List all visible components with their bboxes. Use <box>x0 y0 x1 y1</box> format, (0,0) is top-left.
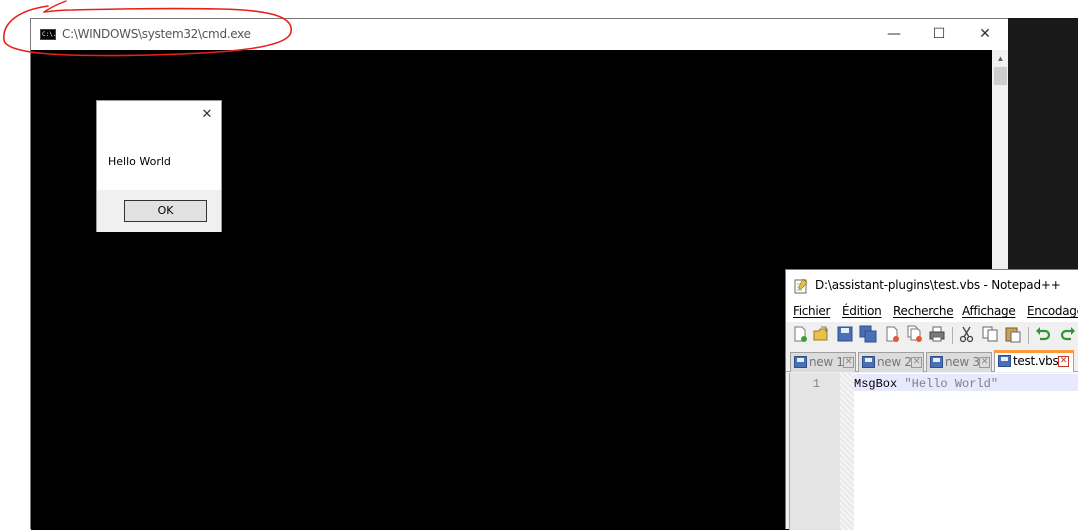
console-icon: C:\. <box>40 29 57 40</box>
message-box: ✕ Hello World OK <box>96 100 222 232</box>
close-icon[interactable]: ✕ <box>198 107 216 125</box>
copy-icon[interactable] <box>981 325 999 343</box>
window-title: C:\WINDOWS\system32\cmd.exe <box>62 27 251 41</box>
menu-recherche[interactable]: Recherche <box>893 304 954 318</box>
window-title: D:\assistant-plugins\test.vbs - Notepad+… <box>815 278 1061 292</box>
menu-bar: Fichier Édition Recherche Affichage Enco… <box>786 300 1078 322</box>
toolbar-separator <box>1028 327 1029 344</box>
tab-label: test.vbs <box>1013 354 1059 368</box>
paste-icon[interactable] <box>1004 325 1022 343</box>
new-file-icon[interactable] <box>791 325 809 343</box>
tab-close-icon[interactable]: ✕ <box>911 357 922 368</box>
toolbar-separator <box>952 327 953 344</box>
tab-new-3[interactable]: new 3 ✕ <box>926 352 992 372</box>
message-text: Hello World <box>108 155 171 168</box>
menu-edition[interactable]: Édition <box>842 304 882 318</box>
print-icon[interactable] <box>928 325 946 343</box>
save-icon[interactable] <box>836 325 854 343</box>
code-line[interactable]: MsgBox "Hello World" <box>854 377 998 391</box>
tab-label: new 3 <box>945 355 980 369</box>
menu-fichier[interactable]: Fichier <box>793 304 830 318</box>
save-icon <box>794 356 807 368</box>
code-keyword: MsgBox <box>854 377 905 391</box>
message-box-footer: OK <box>97 190 221 232</box>
code-string: "Hello World" <box>904 377 999 391</box>
open-file-icon[interactable] <box>812 325 830 343</box>
undo-icon[interactable] <box>1034 325 1052 343</box>
save-icon <box>930 356 943 368</box>
tab-close-icon[interactable]: ✕ <box>843 357 854 368</box>
close-icon[interactable] <box>883 325 901 343</box>
notepadpp-window: D:\assistant-plugins\test.vbs - Notepad+… <box>785 269 1078 530</box>
tab-test-vbs[interactable]: test.vbs ✕ <box>994 350 1074 372</box>
menu-encodage[interactable]: Encodage <box>1027 304 1078 318</box>
tab-label: new 2 <box>877 355 912 369</box>
cmd-titlebar[interactable]: C:\. C:\WINDOWS\system32\cmd.exe — ☐ ✕ <box>31 19 1007 50</box>
cut-icon[interactable] <box>958 325 976 343</box>
save-all-icon[interactable] <box>859 325 877 343</box>
toolbar <box>786 322 1078 348</box>
tab-close-icon[interactable]: ✕ <box>979 357 990 368</box>
scrollbar-thumb[interactable] <box>994 67 1007 85</box>
notepadpp-app-icon <box>794 278 808 294</box>
tab-label: new 1 <box>809 355 844 369</box>
minimize-button[interactable]: — <box>871 19 917 50</box>
save-icon <box>998 355 1011 367</box>
tab-new-2[interactable]: new 2 ✕ <box>858 352 924 372</box>
code-editor[interactable]: 1 MsgBox "Hello World" <box>789 373 1078 530</box>
redo-icon[interactable] <box>1059 325 1077 343</box>
ok-button[interactable]: OK <box>124 200 207 222</box>
fold-margin <box>840 373 854 530</box>
close-button[interactable]: ✕ <box>962 19 1008 50</box>
tab-close-icon[interactable]: ✕ <box>1058 356 1069 367</box>
notepadpp-titlebar[interactable]: D:\assistant-plugins\test.vbs - Notepad+… <box>786 270 1078 300</box>
line-number-gutter: 1 <box>790 373 840 530</box>
tab-new-1[interactable]: new 1 ✕ <box>790 352 856 372</box>
maximize-button[interactable]: ☐ <box>916 19 962 50</box>
tab-bar: new 1 ✕ new 2 ✕ new 3 ✕ test.vbs ✕ <box>786 350 1078 372</box>
save-icon <box>862 356 875 368</box>
line-number: 1 <box>812 377 820 391</box>
scroll-up-arrow-icon[interactable]: ▲ <box>992 50 1009 67</box>
menu-affichage[interactable]: Affichage <box>962 304 1016 318</box>
close-all-icon[interactable] <box>906 325 924 343</box>
